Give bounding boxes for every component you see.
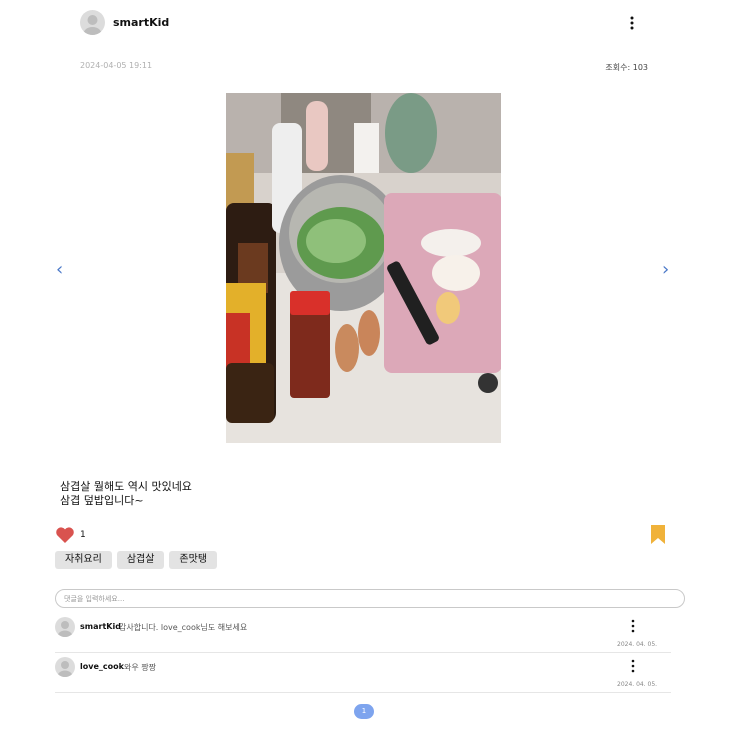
post-content: 삼겹살 뭘해도 역시 맛있네요 삼겹 덮밥입니다~ (60, 480, 192, 508)
user-icon (83, 15, 102, 35)
post-date: 2024-04-05 19:11 (80, 61, 153, 70)
post-author[interactable]: smartKid (113, 16, 169, 29)
comment-more-menu-icon[interactable] (628, 618, 638, 634)
pagination-page-1[interactable]: 1 (354, 704, 374, 719)
comment-author[interactable]: love_cook (80, 662, 124, 671)
comment-item: smartKid 감사합니다. love_cook님도 해보세요 2024. 0… (55, 615, 671, 653)
post-content-line-2: 삼겹 덮밥입니다~ (60, 494, 144, 507)
post-more-menu-icon[interactable] (626, 12, 638, 32)
tag-list: 자취요리 삼겹살 존맛탱 (55, 551, 218, 569)
post-header: smartKid (80, 10, 656, 36)
comment-more-menu-icon[interactable] (628, 658, 638, 674)
comment-text: 감사합니다. love_cook님도 해보세요 (119, 623, 248, 632)
view-count: 조회수: 103 (605, 63, 648, 72)
heart-icon[interactable] (55, 526, 75, 544)
comment-date: 2024. 04. 05. (617, 681, 658, 688)
tag-item[interactable]: 존맛탱 (169, 551, 218, 569)
tag-item[interactable]: 자취요리 (55, 551, 112, 569)
tag-item[interactable]: 삼겹살 (116, 551, 165, 569)
post-content-line-1: 삼겹살 뭘해도 역시 맛있네요 (60, 480, 192, 493)
comment-avatar[interactable] (55, 657, 75, 677)
comment-item: love_cook 와우 짱짱 2024. 04. 05. (55, 655, 671, 693)
like-count: 1 (80, 530, 86, 540)
comment-author[interactable]: smartKid (80, 622, 121, 631)
comment-date: 2024. 04. 05. (617, 641, 658, 648)
carousel-next-icon[interactable]: › (662, 259, 669, 280)
author-avatar[interactable] (80, 10, 105, 35)
carousel-prev-icon[interactable]: ‹ (56, 259, 63, 280)
user-icon (57, 661, 73, 677)
user-icon (57, 621, 73, 637)
comment-avatar[interactable] (55, 617, 75, 637)
comment-text: 와우 짱짱 (124, 663, 156, 672)
comment-input[interactable] (55, 589, 685, 608)
bookmark-icon[interactable] (651, 525, 665, 544)
post-photo (226, 93, 501, 443)
